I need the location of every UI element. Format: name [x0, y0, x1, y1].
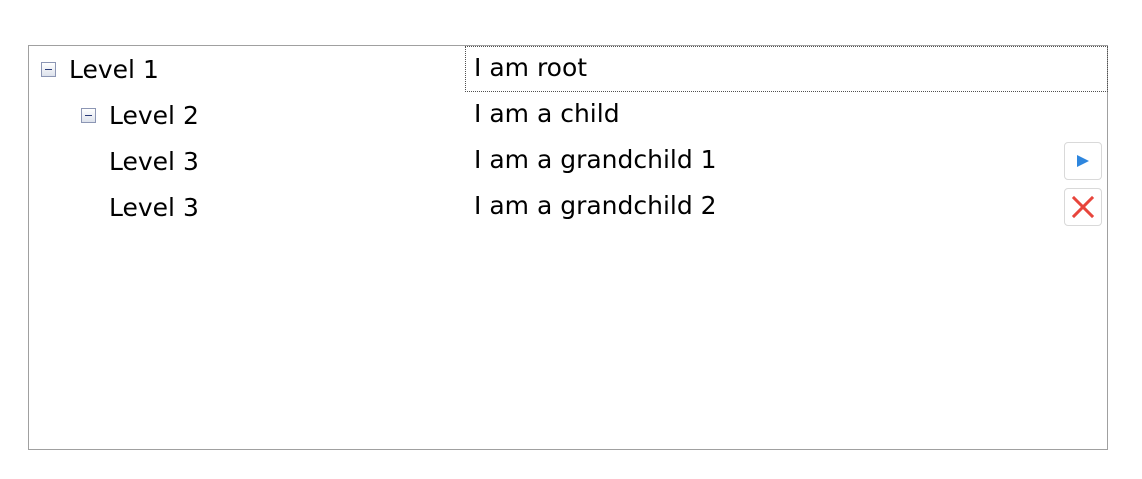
play-icon — [1077, 155, 1089, 167]
node-label[interactable]: Level 1 — [69, 47, 159, 93]
collapse-icon[interactable] — [41, 62, 56, 77]
play-button[interactable] — [1064, 142, 1102, 180]
tree-row-level-3[interactable]: Level 3 I am a grandchild 2 — [29, 184, 1107, 230]
node-label[interactable]: Level 3 — [109, 185, 199, 231]
close-icon — [1071, 195, 1095, 219]
value-cell[interactable]: I am a grandchild 1 — [465, 138, 1108, 184]
tree-view[interactable]: Level 1 I am root Level 2 I am a child L… — [28, 45, 1108, 450]
value-cell[interactable]: I am a child — [465, 92, 1108, 138]
tree-row-level-2[interactable]: Level 2 I am a child — [29, 92, 1107, 138]
node-label[interactable]: Level 3 — [109, 139, 199, 185]
value-cell[interactable]: I am root — [465, 46, 1108, 92]
collapse-icon[interactable] — [81, 108, 96, 123]
value-cell[interactable]: I am a grandchild 2 — [465, 184, 1108, 230]
node-label[interactable]: Level 2 — [109, 93, 199, 139]
delete-button[interactable] — [1064, 188, 1102, 226]
tree-row-level-1[interactable]: Level 1 I am root — [29, 46, 1108, 93]
tree-row-level-3[interactable]: Level 3 I am a grandchild 1 — [29, 138, 1107, 184]
